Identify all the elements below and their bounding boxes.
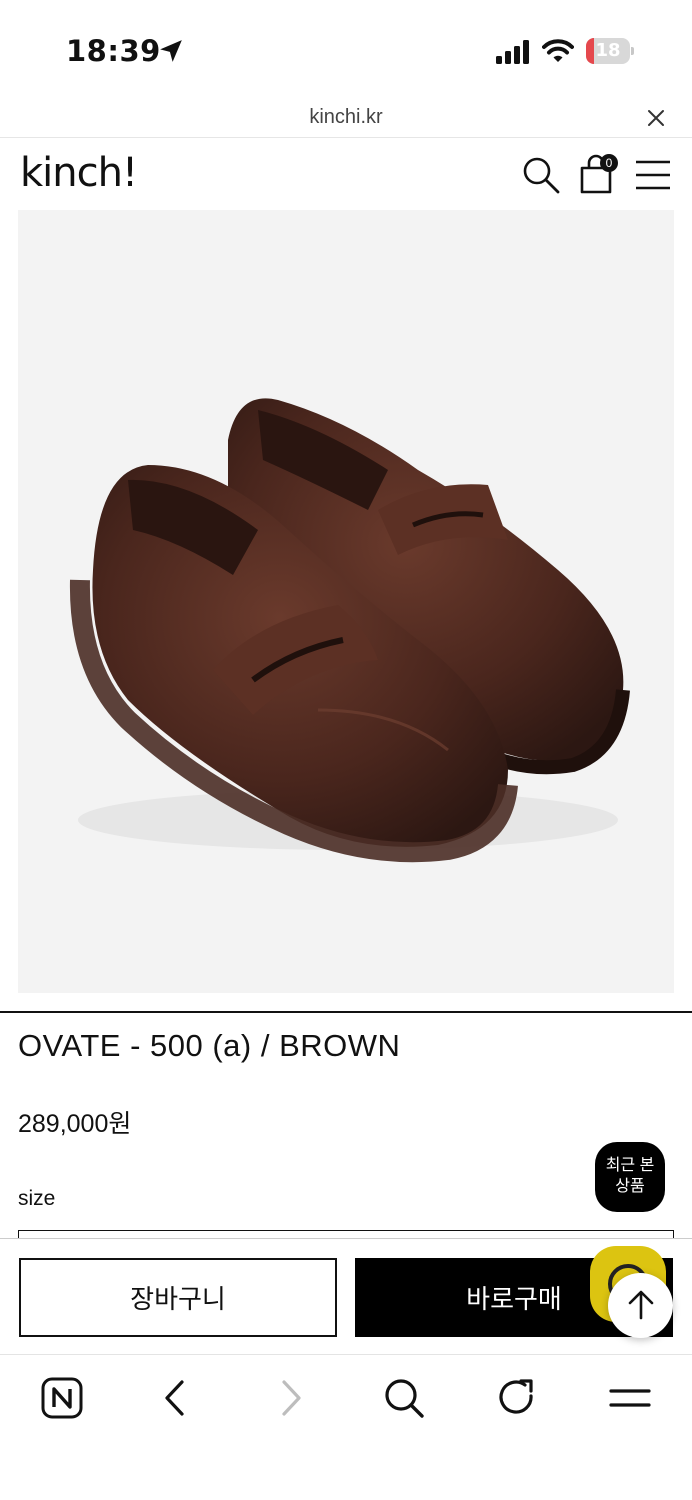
site-logo[interactable]: kinch! <box>20 150 138 196</box>
arrow-up-icon <box>628 1290 654 1320</box>
battery-level: 18 <box>595 40 621 61</box>
size-label: size <box>18 1187 56 1210</box>
product-price: 289,000원 <box>18 1110 132 1138</box>
battery-icon: 18 <box>586 38 634 64</box>
back-icon[interactable] <box>154 1376 198 1420</box>
recent-line-2: 상품 <box>615 1178 645 1195</box>
purchase-action-bar: 장바구니 바로구매 <box>0 1238 692 1355</box>
browser-url-bar[interactable]: kinchi.kr <box>0 100 692 138</box>
reload-icon[interactable] <box>495 1376 539 1420</box>
product-name: OVATE - 500 (a) / BROWN <box>18 1028 401 1063</box>
status-time: 18:39 <box>66 34 161 68</box>
add-to-cart-button[interactable]: 장바구니 <box>19 1258 337 1337</box>
location-arrow-icon <box>160 40 182 62</box>
close-icon[interactable] <box>644 106 668 130</box>
browser-toolbar <box>0 1356 692 1500</box>
cart-count-badge: 0 <box>600 154 618 172</box>
menu-icon[interactable] <box>608 1376 652 1420</box>
status-bar: 18:39 18 <box>0 0 692 100</box>
forward-icon[interactable] <box>268 1376 312 1420</box>
signal-icon <box>496 40 529 64</box>
hamburger-menu-icon[interactable] <box>635 158 671 192</box>
search-icon[interactable] <box>382 1376 426 1420</box>
search-icon[interactable] <box>522 156 560 194</box>
scroll-to-top-button[interactable] <box>608 1273 673 1338</box>
loafers-image <box>69 398 630 863</box>
divider <box>0 1011 692 1013</box>
wifi-icon <box>542 39 574 62</box>
product-image[interactable] <box>18 210 674 993</box>
url-text[interactable]: kinchi.kr <box>0 106 692 129</box>
recent-line-1: 최근 본 <box>605 1157 655 1174</box>
recently-viewed-button[interactable]: 최근 본 상품 <box>595 1142 665 1212</box>
naver-home-icon[interactable] <box>40 1376 84 1420</box>
site-header: kinch! 0 <box>0 138 692 210</box>
shopping-bag-icon[interactable]: 0 <box>578 154 620 194</box>
